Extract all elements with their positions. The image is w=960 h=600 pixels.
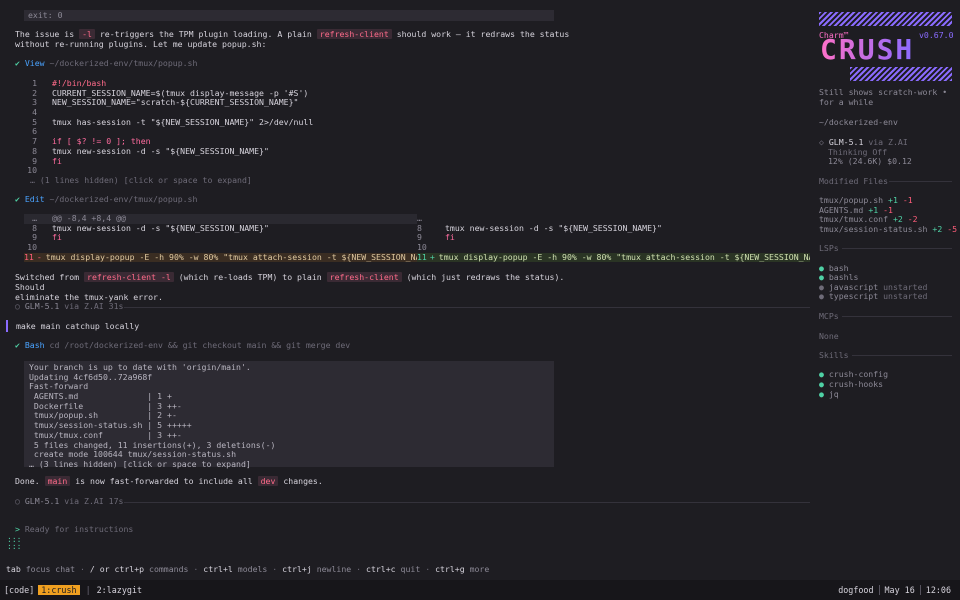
divider <box>889 181 952 182</box>
assistant-message-3: Done. main is now fast-forwarded to incl… <box>15 476 323 486</box>
divider <box>842 316 952 317</box>
lsps-title: LSPs <box>819 243 839 253</box>
skill-item: ● jq <box>819 389 839 399</box>
clock: 12:06 <box>919 584 956 596</box>
model-icon: ◇ <box>819 137 824 147</box>
keybinding-help: tab focus chat · / or ctrl+p commands · … <box>6 564 490 574</box>
divider <box>842 248 952 249</box>
window-tab-lazygit[interactable]: 2:lazygit <box>97 585 142 595</box>
expand-hidden-lines[interactable]: … (3 lines hidden) [click or space to ex… <box>29 459 549 470</box>
version-label: v0.67.0 <box>919 30 954 40</box>
exit-status: exit: 0 <box>24 10 554 21</box>
view-tool-header[interactable]: ✔ View ~/dockerized-env/tmux/popup.sh <box>15 58 575 69</box>
chat-input[interactable]: > Ready for instructions <box>15 524 134 535</box>
inline-code: main <box>44 476 71 486</box>
added-line: 11 + tmux display-popup -E -h 90% -w 80% "… <box>417 252 810 263</box>
session-name: [code] <box>4 584 35 595</box>
bash-tool-header[interactable]: ✔ Bash cd /root/dockerized-env && git ch… <box>15 340 615 351</box>
inline-code: -l <box>79 29 95 39</box>
date: May 16 <box>878 584 920 596</box>
lsp-item: ● typescript unstarted <box>819 291 928 301</box>
expand-hidden-lines[interactable]: … (1 lines hidden) [click or space to ex… <box>30 175 590 186</box>
diff-view: … @@ -8,4 +8,4 @@ … 8 tmux new-session -d… <box>24 214 810 263</box>
edit-tool-header[interactable]: ✔ Edit ~/dockerized-env/tmux/popup.sh <box>15 194 575 205</box>
modified-files-title: Modified Files <box>819 176 889 186</box>
status-dot-icon: ● <box>819 379 824 389</box>
deleted-line: 11- tmux display-popup -E -h 90% -w 80% "… <box>24 252 417 263</box>
session-summary: Still shows scratch-work • for a while <box>819 87 948 107</box>
check-icon: ✔ <box>15 194 20 204</box>
logo-stripes <box>850 67 952 81</box>
logo-stripes <box>819 12 952 26</box>
assistant-message-1: The issue is -l re-triggers the TPM plug… <box>15 29 570 49</box>
status-dot-icon: ● <box>819 389 824 399</box>
divider <box>852 355 952 356</box>
view-code-block: 1 #!/bin/bash 2 CURRENT_SESSION_NAME=$(tmu… <box>27 78 314 176</box>
check-icon: ✔ <box>15 340 20 350</box>
inline-code: refresh-client <box>326 272 402 282</box>
assistant-message-2: Switched from refresh-client -l (which r… <box>15 272 565 302</box>
status-dot-icon: ● <box>819 291 824 301</box>
divider <box>124 502 810 503</box>
inline-code: refresh-client -l <box>84 272 174 282</box>
inline-code: dev <box>257 476 279 486</box>
chat-input-placeholder: Ready for instructions <box>24 524 134 534</box>
input-gutter-icon: :::::: <box>7 535 22 551</box>
status-dot-icon: ● <box>819 369 824 379</box>
window-tab-crush[interactable]: 1:crush <box>38 584 80 596</box>
crush-logo: CRUSH <box>820 33 915 66</box>
token-usage: 12% (24.6K) $0.12 <box>828 156 912 166</box>
divider <box>124 307 810 308</box>
bash-output: Your branch is up to date with 'origin/m… <box>24 361 554 470</box>
mcps-none: None <box>819 331 839 341</box>
modified-file[interactable]: tmux/session-status.sh +2 -5 <box>819 224 957 235</box>
skills-title: Skills <box>819 350 849 360</box>
mcps-title: MCPs <box>819 311 839 321</box>
working-directory: ~/dockerized-env <box>819 117 898 127</box>
inline-code: refresh-client <box>316 29 392 39</box>
user-message: make main catchup locally <box>6 320 139 332</box>
status-dot-icon: ● <box>819 272 824 282</box>
check-icon: ✔ <box>15 58 20 68</box>
prompt-icon: > <box>15 524 20 534</box>
host-name: dogfood <box>838 584 874 595</box>
tmux-status-bar: [code] 1:crush | 2:lazygit dogfood May 1… <box>0 580 960 600</box>
